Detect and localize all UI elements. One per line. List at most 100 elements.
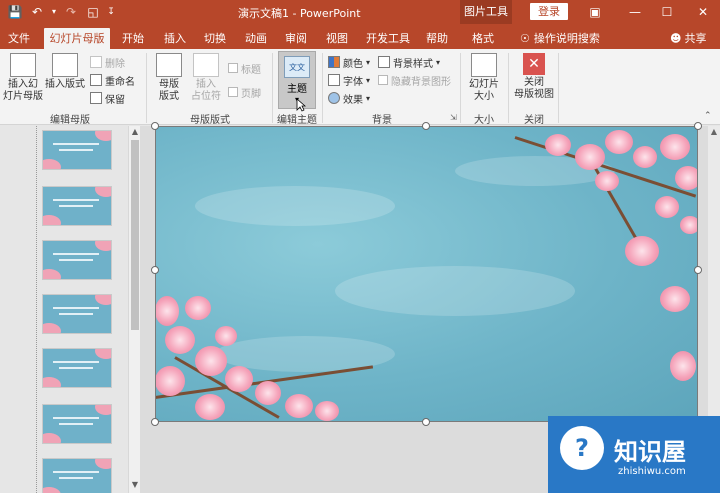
- share-label: 共享: [684, 32, 707, 45]
- thumbnail-connector-line: [36, 126, 37, 493]
- start-from-beginning-icon[interactable]: ◱: [84, 3, 102, 21]
- slide-thumbnail[interactable]: [42, 240, 112, 280]
- redo-icon[interactable]: ↷: [62, 3, 80, 21]
- colors-label: 颜色: [343, 58, 363, 70]
- delete-label: 删除: [105, 58, 125, 70]
- close-master-view-button[interactable]: ✕ 关闭 母版视图: [512, 53, 556, 101]
- thumbnail-scrollbar[interactable]: ▲ ▼: [128, 126, 140, 493]
- dropdown-icon[interactable]: ▾: [50, 3, 58, 21]
- group-label-close: 关闭: [524, 115, 544, 126]
- title-checkbox[interactable]: 标题: [228, 61, 261, 76]
- slide-size-label: 幻灯片 大小: [469, 79, 499, 102]
- master-layout-button[interactable]: 母版 版式: [152, 53, 186, 103]
- resize-handle[interactable]: [151, 122, 159, 130]
- insert-slide-master-icon: [10, 53, 36, 77]
- fonts-label: 字体: [343, 76, 363, 88]
- effects-button[interactable]: 效果 ▾: [328, 91, 370, 106]
- group-label-background: 背景: [372, 115, 392, 126]
- resize-handle[interactable]: [422, 122, 430, 130]
- logo-name: 知识屋: [614, 438, 686, 466]
- hide-background-graphics-checkbox[interactable]: 隐藏背景图形: [378, 73, 451, 88]
- delete-button[interactable]: 删除: [90, 55, 125, 70]
- theme-icon: 文文: [284, 56, 310, 78]
- lightbulb-icon: ☉: [520, 31, 530, 45]
- slide-thumbnail[interactable]: [42, 130, 112, 170]
- customize-qat-icon[interactable]: ↧: [106, 3, 116, 21]
- insert-slide-master-label: 插入幻 灯片母版: [3, 79, 43, 102]
- logo-question-icon: ?: [560, 426, 604, 470]
- selection-border: [155, 126, 698, 422]
- mouse-cursor-icon: [296, 98, 306, 112]
- group-label-edit-master: 编辑母版: [50, 115, 90, 126]
- tab-animations[interactable]: 动画: [241, 28, 271, 49]
- close-window-icon[interactable]: ✕: [688, 0, 718, 24]
- tab-view[interactable]: 视图: [322, 28, 352, 49]
- scrollbar-thumb[interactable]: [131, 140, 139, 330]
- resize-handle[interactable]: [151, 418, 159, 426]
- slide-thumbnail[interactable]: [42, 458, 112, 493]
- footer-checkbox[interactable]: 页脚: [228, 85, 261, 100]
- chevron-down-icon: ▾: [366, 75, 371, 85]
- insert-layout-button[interactable]: 插入版式: [44, 53, 86, 91]
- slide-thumbnail[interactable]: [42, 186, 112, 226]
- insert-placeholder-button[interactable]: 插入 占位符: [188, 53, 224, 103]
- resize-handle[interactable]: [422, 418, 430, 426]
- minimize-icon[interactable]: —: [620, 0, 650, 24]
- background-styles-button[interactable]: 背景样式 ▾: [378, 55, 440, 70]
- resize-handle[interactable]: [694, 122, 702, 130]
- dialog-launcher-icon[interactable]: ⇲: [450, 113, 457, 122]
- tab-slide-master[interactable]: 幻灯片母版: [44, 28, 110, 49]
- quick-access-toolbar: 💾 ↶ ▾ ↷ ◱ ↧: [6, 3, 116, 21]
- document-title: 演示文稿1 - PowerPoint: [238, 7, 361, 20]
- share-button[interactable]: ☻ 共享: [670, 30, 706, 46]
- resize-handle[interactable]: [151, 266, 159, 274]
- rename-label: 重命名: [105, 76, 135, 88]
- slide-thumbnail[interactable]: [42, 294, 112, 334]
- undo-icon[interactable]: ↶: [28, 3, 46, 21]
- tab-format[interactable]: 格式: [466, 28, 500, 49]
- background-styles-label: 背景样式: [393, 58, 433, 70]
- ribbon-separator: [146, 53, 147, 123]
- master-layout-icon: [156, 53, 182, 77]
- slide-thumbnail[interactable]: [42, 348, 112, 388]
- footer-checkbox-box: [228, 87, 238, 97]
- preserve-button[interactable]: 保留: [90, 91, 125, 106]
- hide-bg-checkbox-box: [378, 75, 388, 85]
- scroll-up-icon[interactable]: ▲: [708, 126, 720, 138]
- title-bar: 💾 ↶ ▾ ↷ ◱ ↧ 演示文稿1 - PowerPoint 图片工具 登录 ▣…: [0, 0, 720, 24]
- group-label-master-layout: 母版版式: [190, 115, 230, 126]
- effects-label: 效果: [343, 94, 363, 106]
- tab-developer[interactable]: 开发工具: [362, 28, 414, 49]
- login-button[interactable]: 登录: [530, 3, 568, 20]
- background-styles-icon: [378, 56, 390, 68]
- insert-slide-master-button[interactable]: 插入幻 灯片母版: [2, 53, 44, 103]
- ribbon-separator: [322, 53, 323, 123]
- ribbon-tab-row: 文件 幻灯片母版 开始 插入 切换 动画 审阅 视图 开发工具 帮助 格式 ☉ …: [0, 24, 720, 49]
- logo-url: zhishiwu.com: [618, 466, 686, 477]
- hide-bg-label: 隐藏背景图形: [391, 76, 451, 88]
- colors-button[interactable]: 颜色 ▾: [328, 55, 370, 70]
- preserve-icon: [90, 92, 102, 104]
- ribbon-separator: [508, 53, 509, 123]
- slide-thumbnail[interactable]: [42, 404, 112, 444]
- tab-transitions[interactable]: 切换: [200, 28, 230, 49]
- tab-insert[interactable]: 插入: [160, 28, 190, 49]
- tab-review[interactable]: 审阅: [281, 28, 311, 49]
- fonts-button[interactable]: 字体 ▾: [328, 73, 371, 88]
- effects-icon: [328, 92, 340, 104]
- tab-file[interactable]: 文件: [4, 28, 34, 49]
- tab-home[interactable]: 开始: [118, 28, 148, 49]
- rename-button[interactable]: 重命名: [90, 73, 135, 88]
- slide-size-icon: [471, 53, 497, 77]
- delete-icon: [90, 56, 102, 68]
- tab-help[interactable]: 帮助: [422, 28, 452, 49]
- group-label-size: 大小: [474, 115, 494, 126]
- ribbon-display-options-icon[interactable]: ▣: [580, 0, 610, 24]
- resize-handle[interactable]: [694, 266, 702, 274]
- maximize-icon[interactable]: ☐: [652, 0, 682, 24]
- collapse-ribbon-icon[interactable]: ⌃: [704, 111, 712, 121]
- close-icon: ✕: [523, 53, 545, 75]
- save-icon[interactable]: 💾: [6, 3, 24, 21]
- slide-size-button[interactable]: 幻灯片 大小: [464, 53, 504, 103]
- tell-me-search[interactable]: ☉ 操作说明搜索: [520, 30, 600, 46]
